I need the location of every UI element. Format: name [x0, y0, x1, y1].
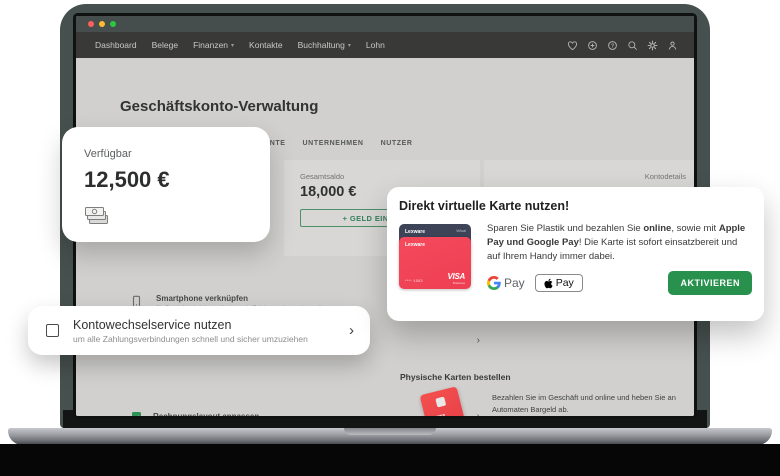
chevron-right-icon: › — [349, 323, 354, 338]
nav-item-belege[interactable]: Belege — [152, 40, 178, 50]
unchecked-checkbox[interactable] — [46, 324, 59, 337]
heart-icon[interactable] — [567, 40, 578, 51]
visa-logo: VISA — [448, 273, 465, 281]
banknotes-icon — [84, 205, 248, 230]
list-item-title: Smartphone verknüpfen — [156, 294, 337, 303]
account-switch-service-row[interactable]: Kontowechselservice nutzen um alle Zahlu… — [28, 306, 370, 355]
nav-item-kontakte[interactable]: Kontakte — [249, 40, 283, 50]
page-title: Geschäftskonto-Verwaltung — [120, 98, 318, 115]
help-circle-icon[interactable]: ? — [607, 40, 618, 51]
switch-service-subtitle: um alle Zahlungsverbindungen schnell und… — [73, 334, 308, 344]
close-window-icon[interactable] — [88, 21, 94, 27]
mockup-stage: Dashboard Belege Finanzen▾ Kontakte Buch… — [0, 0, 780, 476]
chevron-right-icon: › — [477, 336, 480, 346]
tab-nutzer[interactable]: NUTZER — [381, 140, 413, 153]
chevron-down-icon: ▾ — [231, 42, 234, 49]
activate-button[interactable]: AKTIVIEREN — [668, 271, 752, 295]
apple-icon — [544, 278, 553, 289]
chevron-right-icon: › — [477, 412, 480, 416]
google-g-icon — [487, 276, 501, 290]
nav-item-dashboard[interactable]: Dashboard — [95, 40, 137, 50]
minimize-window-icon[interactable] — [99, 21, 105, 27]
search-icon[interactable] — [627, 40, 638, 51]
nav-item-buchhaltung[interactable]: Buchhaltung▾ — [298, 40, 351, 50]
virtual-card-front: Lexware **** 4583 VISA Business — [399, 237, 471, 289]
list-item-title: Rechnungslayout anpassen — [153, 412, 259, 416]
chevron-down-icon: ▾ — [348, 42, 351, 49]
card-brand: Lexware — [429, 412, 446, 416]
gear-icon[interactable] — [647, 40, 658, 51]
card-brand: Lexware — [405, 229, 425, 235]
plus-circle-icon[interactable] — [587, 40, 598, 51]
svg-text:?: ? — [611, 43, 614, 49]
available-label: Verfügbar — [84, 148, 248, 160]
physical-cards-title: Physische Karten bestellen — [400, 372, 694, 382]
floor-shadow — [0, 444, 780, 476]
virtual-card-image: Lexware Virtual Lexware **** 4583 VISA B… — [399, 222, 477, 304]
zoom-window-icon[interactable] — [110, 21, 116, 27]
user-icon[interactable] — [667, 40, 678, 51]
navbar-icon-group: ? — [567, 40, 678, 51]
virtual-card-description: Sparen Sie Plastik und bezahlen Sie onli… — [487, 222, 752, 263]
tab-unternehmen[interactable]: UNTERNEHMEN — [303, 140, 364, 153]
physical-cards-section: Physische Karten bestellen Lexware VISA … — [400, 372, 694, 382]
nav-item-lohn[interactable]: Lohn — [366, 40, 385, 50]
card-chip-icon — [435, 397, 446, 408]
switch-service-title: Kontowechselservice nutzen — [73, 318, 308, 332]
account-details-label: Kontodetails — [498, 172, 686, 181]
virtual-card-popup: Direkt virtuelle Karte nutzen! Lexware V… — [387, 187, 764, 321]
balance-label: Gesamtsaldo — [300, 172, 464, 181]
window-titlebar — [76, 16, 694, 32]
visa-sub-label: Business — [453, 281, 465, 285]
top-navbar: Dashboard Belege Finanzen▾ Kontakte Buch… — [76, 32, 694, 58]
available-balance-card: Verfügbar 12,500 € — [62, 127, 270, 242]
apple-pay-badge: Pay — [535, 274, 583, 292]
laptop-notch — [344, 428, 436, 435]
checked-checkbox-icon[interactable] — [132, 412, 141, 416]
card-brand: Lexware — [405, 242, 425, 248]
physical-card-image: Lexware VISA — [420, 386, 471, 416]
virtual-card-title: Direkt virtuelle Karte nutzen! — [399, 199, 752, 213]
google-pay-logo: Pay — [487, 276, 525, 290]
available-amount: 12,500 € — [84, 167, 248, 193]
card-number: **** 4583 — [405, 279, 423, 283]
laptop-base — [8, 428, 772, 445]
nav-item-finanzen[interactable]: Finanzen▾ — [193, 40, 234, 50]
physical-cards-description: Bezahlen Sie im Geschäft und online und … — [492, 392, 688, 415]
virtual-label: Virtual — [456, 229, 466, 233]
